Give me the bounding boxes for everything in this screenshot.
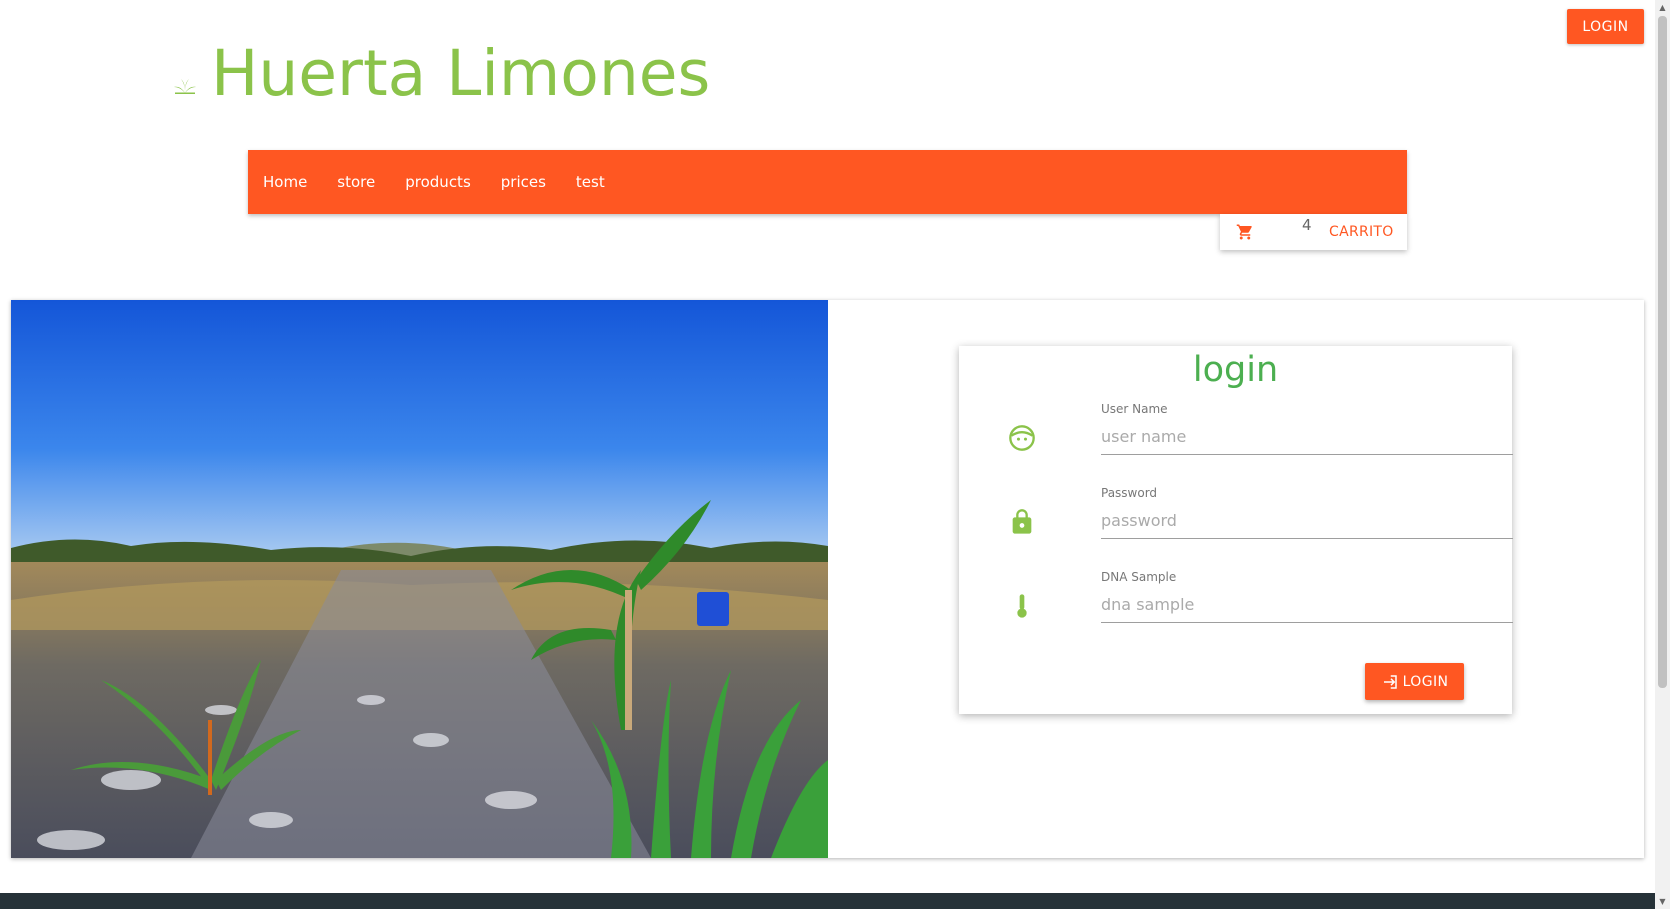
shopping-cart-icon	[1236, 224, 1252, 240]
page-scrollbar[interactable]: ▲ ▼	[1655, 0, 1670, 909]
login-title: login	[1192, 350, 1279, 390]
scroll-down-arrow-icon[interactable]: ▼	[1655, 894, 1670, 909]
cart-label: CARRITO	[1329, 224, 1394, 240]
scroll-up-arrow-icon[interactable]: ▲	[1655, 0, 1670, 15]
dna-sample-input[interactable]	[1101, 586, 1513, 623]
nav-link-test[interactable]: test	[576, 173, 605, 191]
cart-count-badge: 4	[1302, 216, 1312, 234]
dna-sample-field-group: DNA Sample	[1008, 570, 1513, 630]
nav-link-products[interactable]: products	[405, 173, 471, 191]
plant-sprout-icon	[174, 79, 196, 94]
nav-link-store[interactable]: store	[337, 173, 375, 191]
farm-landscape-image	[11, 300, 828, 858]
lock-icon	[1012, 509, 1032, 534]
password-field-group: Password	[1008, 486, 1513, 546]
login-submit-button[interactable]: LOGIN	[1365, 663, 1464, 700]
main-navbar: Home store products prices test	[248, 150, 1407, 214]
face-icon	[1009, 425, 1035, 451]
dna-sample-label: DNA Sample	[1101, 570, 1177, 584]
cart-button[interactable]: 4 CARRITO	[1220, 214, 1407, 250]
footer	[0, 893, 1655, 909]
username-field-group: User Name	[1008, 402, 1513, 462]
username-label: User Name	[1101, 402, 1168, 416]
scrollbar-thumb[interactable]	[1658, 16, 1667, 688]
thermometer-icon	[1017, 594, 1027, 618]
login-submit-label: LOGIN	[1402, 673, 1449, 690]
login-arrow-icon	[1383, 674, 1397, 689]
password-label: Password	[1101, 486, 1158, 500]
brand-title[interactable]: Huerta Limones	[211, 34, 710, 114]
username-input[interactable]	[1101, 418, 1513, 455]
login-card: login User Name Password DNA Sample LOGI…	[959, 346, 1513, 714]
nav-link-home[interactable]: Home	[263, 173, 307, 191]
password-input[interactable]	[1101, 502, 1513, 539]
nav-link-prices[interactable]: prices	[501, 173, 546, 191]
header-login-button[interactable]: LOGIN	[1567, 9, 1644, 44]
